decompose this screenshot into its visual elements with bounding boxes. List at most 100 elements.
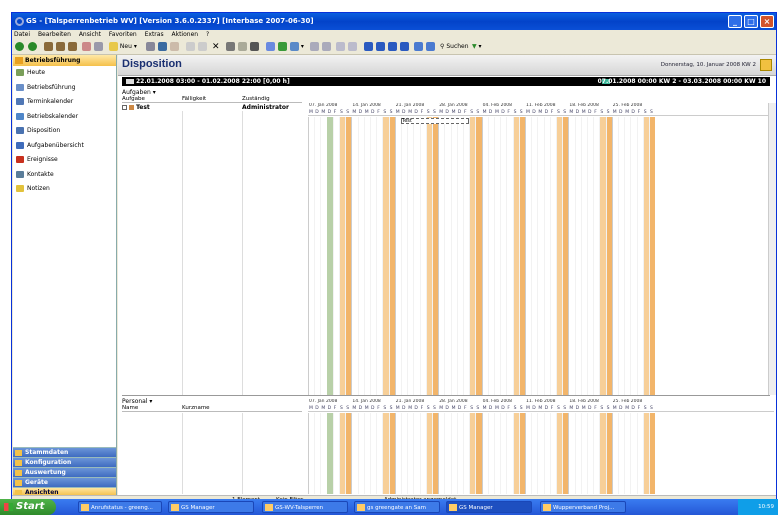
sidebar-item-notizen[interactable]: Notizen bbox=[13, 182, 116, 197]
column-kurzname[interactable]: Kurzname bbox=[182, 405, 210, 411]
taskbar-item[interactable]: GS Manager bbox=[446, 501, 532, 513]
filter-button[interactable]: ▼ ▾ bbox=[472, 42, 482, 52]
sidebar-item-betriebsführung[interactable]: Betriebsführung bbox=[13, 81, 116, 96]
taskbar-item[interactable]: GS Manager bbox=[168, 501, 254, 513]
preview-icon[interactable] bbox=[238, 42, 247, 52]
day-label: F bbox=[420, 110, 424, 115]
day-label: M bbox=[364, 406, 369, 411]
sidebar-item-heute[interactable]: Heute bbox=[13, 66, 116, 81]
week-label: 11. Feb 2008 bbox=[526, 103, 556, 108]
column-name[interactable]: Name bbox=[122, 405, 138, 411]
delete-icon[interactable]: ✕ bbox=[212, 42, 220, 52]
menu-help[interactable]: ? bbox=[206, 31, 209, 38]
cut-icon[interactable] bbox=[186, 42, 195, 52]
edit-icon[interactable] bbox=[146, 42, 155, 52]
zoom-in-icon[interactable] bbox=[336, 42, 345, 52]
disposition-header: Disposition Donnerstag, 10. Januar 2008 … bbox=[118, 55, 776, 76]
day-label: F bbox=[377, 406, 380, 411]
day-label: M bbox=[439, 110, 444, 115]
table-row[interactable]: Test Administrator bbox=[122, 104, 302, 111]
day-label: M bbox=[395, 110, 400, 115]
day-label: D bbox=[315, 406, 319, 411]
note-icon bbox=[16, 185, 24, 192]
sidebar-item-ereignisse[interactable]: Ereignisse bbox=[13, 153, 116, 168]
personnel-group-dropdown[interactable]: Personal ▾ bbox=[122, 398, 152, 405]
taskbar-item[interactable]: Anrufstatus - greeng... bbox=[78, 501, 162, 513]
menu-extras[interactable]: Extras bbox=[145, 31, 164, 38]
view-month-icon[interactable] bbox=[400, 42, 409, 52]
column-faelligkeit[interactable]: Fälligkeit bbox=[182, 96, 206, 102]
expand-checkbox[interactable] bbox=[122, 105, 127, 110]
day-label: M bbox=[526, 110, 530, 115]
calendar-icon[interactable] bbox=[760, 59, 772, 71]
maximize-button[interactable]: □ bbox=[744, 15, 758, 28]
menu-aktionen[interactable]: Aktionen bbox=[172, 31, 199, 38]
menu-datei[interactable]: Datei bbox=[14, 31, 30, 38]
week-label: 21. Jan 2008 bbox=[395, 399, 425, 404]
search-button[interactable]: ⚲ Suchen bbox=[440, 42, 469, 52]
sidebar-header[interactable]: Betriebsführung bbox=[13, 55, 116, 66]
day-label: D bbox=[619, 110, 623, 115]
menu-bearbeiten[interactable]: Bearbeiten bbox=[38, 31, 71, 38]
sidebar-item-aufgabenübersicht[interactable]: Aufgabenübersicht bbox=[13, 139, 116, 154]
new-button[interactable]: Neu ▾ bbox=[109, 42, 137, 52]
title-bar[interactable]: GS - [Talsperrenbetrieb WV] [Version 3.6… bbox=[12, 13, 776, 30]
indent-icon[interactable] bbox=[310, 42, 319, 52]
sidebar-category-konfiguration[interactable]: Konfiguration bbox=[13, 457, 116, 467]
zoom-out-icon[interactable] bbox=[348, 42, 357, 52]
sidebar-category-geräte[interactable]: Geräte bbox=[13, 477, 116, 487]
calendar-icon[interactable] bbox=[82, 42, 91, 52]
day-label: D bbox=[588, 406, 592, 411]
menu-favoriten[interactable]: Favoriten bbox=[109, 31, 137, 38]
taskbar-item[interactable]: gs greengate an Sam bbox=[354, 501, 440, 513]
personnel-timeline[interactable]: 07. Jan 2008 14. Jan 2008 21. Jan 2008 28. … bbox=[308, 399, 774, 494]
forward-icon[interactable] bbox=[28, 42, 37, 52]
day-label: D bbox=[414, 406, 418, 411]
sidebar-category-auswertung[interactable]: Auswertung bbox=[13, 467, 116, 477]
view-list-icon[interactable] bbox=[414, 42, 423, 52]
sidebar-category-stammdaten[interactable]: Stammdaten bbox=[13, 447, 116, 457]
sidebar-item-label: Aufgabenübersicht bbox=[27, 141, 84, 149]
copy-icon[interactable] bbox=[94, 42, 103, 52]
week-label: 07. Jan 2008 bbox=[309, 399, 338, 404]
sidebar-item-disposition[interactable]: Disposition bbox=[13, 124, 116, 139]
properties-icon[interactable] bbox=[170, 42, 179, 52]
taskbar-item[interactable]: Wupperverband Proj... bbox=[540, 501, 626, 513]
view-week-icon[interactable] bbox=[376, 42, 385, 52]
day-label: F bbox=[594, 110, 597, 115]
paste-icon[interactable] bbox=[198, 42, 207, 52]
menu-ansicht[interactable]: Ansicht bbox=[79, 31, 101, 38]
minimize-button[interactable]: _ bbox=[728, 15, 742, 28]
taskbar-item[interactable]: GS-WV-Talsperren bbox=[262, 501, 348, 513]
link-icon[interactable] bbox=[266, 42, 275, 52]
column-aufgabe[interactable]: Aufgabe bbox=[122, 96, 145, 102]
back-icon[interactable] bbox=[15, 42, 24, 52]
user-group-icon[interactable] bbox=[68, 42, 77, 52]
view-workweek-icon[interactable] bbox=[388, 42, 397, 52]
print-icon[interactable] bbox=[226, 42, 235, 52]
vertical-scrollbar[interactable] bbox=[768, 103, 776, 395]
filter-icon: ▼ bbox=[472, 43, 477, 50]
start-button[interactable]: Start bbox=[0, 499, 56, 515]
day-label: S bbox=[383, 110, 387, 115]
tasks-timeline[interactable]: 07. Jan 2008 14. Jan 2008 21. Jan 2008 28. … bbox=[308, 103, 774, 395]
sidebar-item-label: Ereignisse bbox=[27, 156, 58, 163]
sidebar-item-kontakte[interactable]: Kontakte bbox=[13, 168, 116, 183]
view-day-icon[interactable] bbox=[364, 42, 373, 52]
sidebar-item-betriebskalender[interactable]: Betriebskalender bbox=[13, 110, 116, 125]
close-button[interactable]: × bbox=[760, 15, 774, 28]
outdent-icon[interactable] bbox=[322, 42, 331, 52]
column-zustaendig[interactable]: Zuständig bbox=[242, 96, 270, 102]
user-add-icon[interactable] bbox=[56, 42, 65, 52]
sidebar-item-terminkalender[interactable]: Terminkalender bbox=[13, 95, 116, 110]
tasks-group-dropdown[interactable]: Aufgaben ▾ bbox=[122, 89, 156, 96]
user-icon[interactable] bbox=[44, 42, 53, 52]
layout-icon[interactable]: ▾ bbox=[290, 42, 304, 52]
day-label: D bbox=[457, 110, 462, 115]
save-icon[interactable] bbox=[158, 42, 167, 52]
export-icon[interactable] bbox=[250, 42, 259, 52]
day-label: S bbox=[600, 406, 604, 411]
view-icon[interactable] bbox=[278, 42, 287, 52]
view-table-icon[interactable] bbox=[426, 42, 435, 52]
task-bar[interactable]: Test bbox=[401, 118, 470, 124]
